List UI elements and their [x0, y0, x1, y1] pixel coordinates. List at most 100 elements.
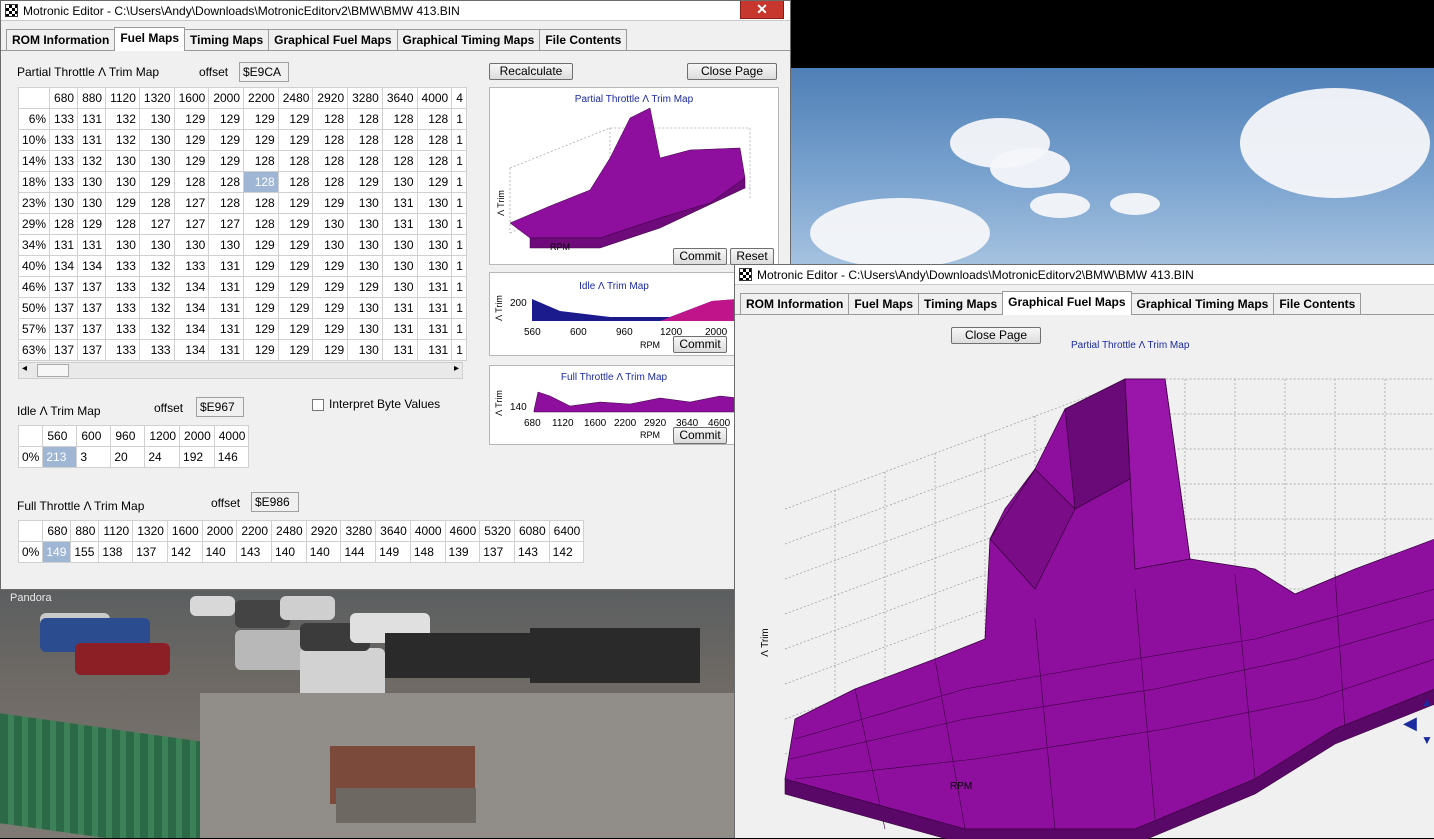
- map-cell[interactable]: 130: [138, 150, 175, 172]
- map-cell[interactable]: 149: [375, 541, 411, 563]
- idle-offset-field[interactable]: $E967: [196, 397, 244, 417]
- recalculate-button[interactable]: Recalculate: [489, 63, 573, 80]
- map-cell[interactable]: 128: [243, 171, 279, 193]
- map-cell[interactable]: 128: [105, 213, 140, 235]
- map-cell[interactable]: 129: [208, 108, 245, 130]
- map-cell[interactable]: 142: [166, 541, 203, 563]
- tab-file-contents[interactable]: File Contents: [1273, 293, 1362, 314]
- map-cell[interactable]: 128: [347, 129, 383, 151]
- map-cell[interactable]: 140: [305, 541, 342, 563]
- map-cell[interactable]: 128: [277, 171, 314, 193]
- map-cell[interactable]: 1: [451, 192, 467, 214]
- map-cell[interactable]: 131: [381, 339, 418, 361]
- map-cell[interactable]: 127: [208, 213, 245, 235]
- map-cell[interactable]: 3: [76, 446, 112, 468]
- map-cell[interactable]: 137: [49, 297, 79, 319]
- map-cell[interactable]: 129: [277, 213, 314, 235]
- map-cell[interactable]: 132: [105, 129, 140, 151]
- map-cell[interactable]: 20: [110, 446, 146, 468]
- map-cell[interactable]: 137: [132, 541, 168, 563]
- map-cell[interactable]: 130: [381, 276, 418, 298]
- map-cell[interactable]: 130: [347, 192, 383, 214]
- map-cell[interactable]: 129: [277, 192, 314, 214]
- map-cell[interactable]: 128: [312, 171, 349, 193]
- map-cell[interactable]: 130: [105, 171, 140, 193]
- tab-graphical-fuel-maps[interactable]: Graphical Fuel Maps: [268, 29, 398, 50]
- map-cell[interactable]: 130: [416, 234, 453, 256]
- map-cell[interactable]: 134: [173, 297, 210, 319]
- map-cell[interactable]: 129: [277, 255, 314, 277]
- map-cell[interactable]: 132: [138, 318, 175, 340]
- map-cell[interactable]: 131: [208, 297, 245, 319]
- map-cell[interactable]: 130: [416, 213, 453, 235]
- map-cell[interactable]: 133: [105, 318, 140, 340]
- map-cell[interactable]: 133: [138, 339, 175, 361]
- map-cell[interactable]: 127: [173, 192, 210, 214]
- map-cell[interactable]: 128: [312, 108, 349, 130]
- map-cell[interactable]: 137: [77, 339, 107, 361]
- map-cell[interactable]: 1: [451, 129, 467, 151]
- scroll-right-arrow-icon[interactable]: ▸: [454, 363, 459, 374]
- map-cell[interactable]: 129: [277, 108, 314, 130]
- window-2-titlebar[interactable]: Motronic Editor - C:\Users\Andy\Download…: [735, 265, 1434, 285]
- map-cell[interactable]: 129: [243, 318, 279, 340]
- map-cell[interactable]: 137: [77, 318, 107, 340]
- map-cell[interactable]: 1: [451, 339, 467, 361]
- map-cell[interactable]: 192: [179, 446, 215, 468]
- map-cell[interactable]: 1: [451, 297, 467, 319]
- map-cell[interactable]: 128: [243, 192, 279, 214]
- map-cell[interactable]: 137: [49, 339, 79, 361]
- window-close-button[interactable]: ✕: [740, 1, 784, 19]
- map-cell[interactable]: 137: [479, 541, 515, 563]
- scroll-left-arrow-icon[interactable]: ◂: [22, 363, 27, 374]
- map-cell[interactable]: 128: [138, 192, 175, 214]
- map-cell[interactable]: 129: [347, 276, 383, 298]
- map-cell[interactable]: 129: [243, 129, 279, 151]
- map-cell[interactable]: 137: [49, 318, 79, 340]
- map-cell[interactable]: 129: [347, 171, 383, 193]
- map-cell[interactable]: 129: [277, 339, 314, 361]
- map-cell[interactable]: 134: [173, 276, 210, 298]
- map-cell[interactable]: 128: [243, 213, 279, 235]
- map-cell[interactable]: 130: [208, 234, 245, 256]
- map-cell[interactable]: 129: [312, 297, 349, 319]
- map-cell[interactable]: 131: [77, 108, 107, 130]
- chart1-commit-button[interactable]: Commit: [673, 248, 727, 265]
- map-cell[interactable]: 129: [416, 171, 453, 193]
- map-cell[interactable]: 1: [451, 150, 467, 172]
- map-cell[interactable]: 130: [105, 234, 140, 256]
- map-cell[interactable]: 130: [347, 255, 383, 277]
- map-cell[interactable]: 128: [243, 150, 279, 172]
- map-cell[interactable]: 129: [243, 297, 279, 319]
- map-cell[interactable]: 129: [277, 276, 314, 298]
- map-cell[interactable]: 130: [347, 297, 383, 319]
- map-cell[interactable]: 24: [144, 446, 181, 468]
- map-cell[interactable]: 130: [381, 255, 418, 277]
- map-cell[interactable]: 130: [312, 213, 349, 235]
- map-cell[interactable]: 129: [208, 129, 245, 151]
- map-cell[interactable]: 129: [277, 318, 314, 340]
- map-cell[interactable]: 139: [444, 541, 481, 563]
- map-cell[interactable]: 131: [77, 234, 107, 256]
- map-cell[interactable]: 130: [77, 192, 107, 214]
- chart1-reset-button[interactable]: Reset: [730, 248, 774, 265]
- rotate-down-arrow-icon[interactable]: ▼: [1421, 733, 1433, 747]
- map-cell[interactable]: 129: [243, 276, 279, 298]
- map-cell[interactable]: 131: [416, 318, 453, 340]
- tab-rom-information[interactable]: ROM Information: [6, 29, 116, 50]
- map-cell[interactable]: 128: [173, 171, 210, 193]
- map-cell[interactable]: 128: [49, 213, 79, 235]
- map-cell[interactable]: 130: [347, 234, 383, 256]
- map-cell[interactable]: 130: [416, 255, 453, 277]
- map-cell[interactable]: 129: [277, 129, 314, 151]
- map-cell[interactable]: 130: [138, 108, 175, 130]
- map-cell[interactable]: 1: [451, 171, 467, 193]
- map-cell[interactable]: 133: [49, 150, 79, 172]
- map-cell[interactable]: 1: [451, 255, 467, 277]
- map-cell[interactable]: 144: [340, 541, 377, 563]
- map-cell[interactable]: 131: [416, 339, 453, 361]
- map-cell[interactable]: 128: [208, 171, 245, 193]
- map-cell[interactable]: 131: [49, 234, 79, 256]
- map-cell[interactable]: 132: [138, 255, 175, 277]
- map-cell[interactable]: 130: [173, 234, 210, 256]
